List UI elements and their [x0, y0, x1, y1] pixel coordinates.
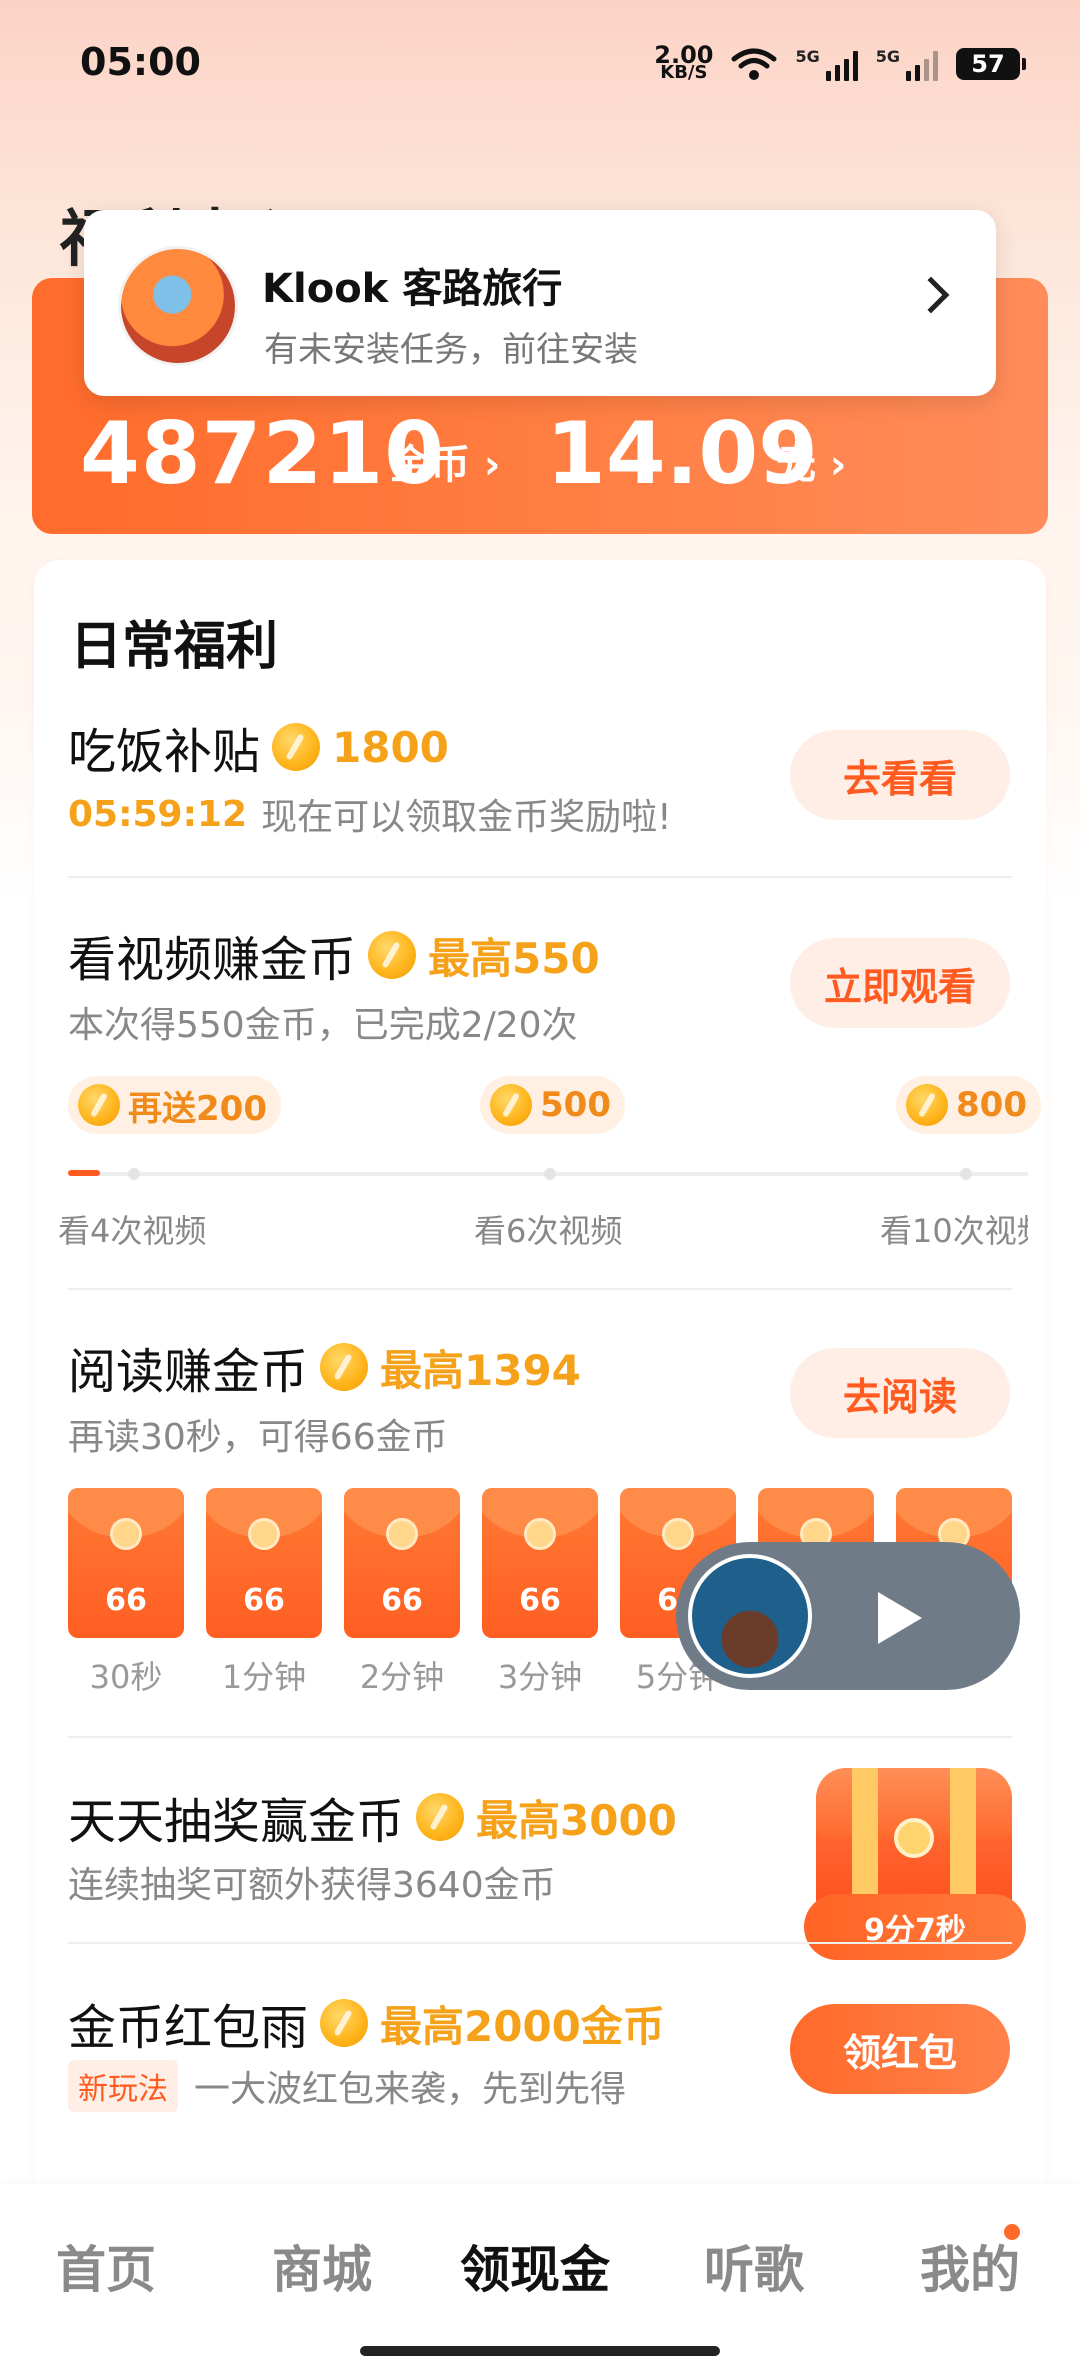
- meal-task-desc: 现在可以领取金币奖励啦!: [261, 797, 672, 838]
- divider: [68, 1736, 1012, 1738]
- redpacket-task-desc: 一大波红包来袭，先到先得: [194, 2069, 627, 2110]
- lottery-task-reward: 最高3000: [476, 1795, 677, 1845]
- lottery-task-title: 天天抽奖赢金币: [68, 1794, 405, 1850]
- notification-subtitle: 有未安装任务，前往安装: [264, 330, 638, 370]
- go-read-button[interactable]: 去阅读: [790, 1348, 1010, 1438]
- coin-icon: [368, 931, 417, 979]
- redpacket-task-reward: 最高2000金币: [380, 2001, 665, 2051]
- meal-go-button[interactable]: 去看看: [790, 730, 1010, 820]
- nav-earn-cash[interactable]: 领现金: [460, 2230, 610, 2302]
- reading-red-envelope[interactable]: 66: [344, 1488, 460, 1638]
- envelope-amount: 66: [243, 1583, 285, 1618]
- envelope-seal-icon: [662, 1518, 694, 1550]
- status-time: 05:00: [80, 40, 201, 84]
- video-task-header: 看视频赚金币 最高550: [68, 920, 600, 990]
- meal-task-header: 吃饭补贴 1800: [68, 712, 449, 782]
- read-task-header: 阅读赚金币 最高1394: [68, 1332, 581, 1402]
- new-mode-badge: 新玩法: [68, 2060, 178, 2112]
- envelope-label: 1分钟: [221, 1658, 307, 1696]
- reading-red-envelope[interactable]: 66: [206, 1488, 322, 1638]
- redpacket-task-header: 金币红包雨 最高2000金币: [68, 1988, 665, 2058]
- play-icon[interactable]: [878, 1592, 922, 1644]
- nav-home[interactable]: 首页: [56, 2230, 156, 2302]
- coin-icon: [906, 1084, 948, 1126]
- coin-icon: [416, 1793, 465, 1841]
- video-task-reward: 最高550: [428, 933, 600, 983]
- chest-countdown[interactable]: 9分7秒: [804, 1894, 1026, 1960]
- milestone-pill-2: 500: [480, 1076, 625, 1134]
- status-indicators: 2.00 KB/S 5G 5G 57: [654, 43, 1026, 83]
- meal-task-desc-row: 05:59:12 现在可以领取金币奖励啦!: [68, 788, 672, 840]
- section-title: 日常福利: [70, 617, 279, 677]
- envelope-seal-icon: [386, 1518, 418, 1550]
- milestone-dot: [128, 1168, 140, 1180]
- reading-red-envelope[interactable]: 66: [482, 1488, 598, 1638]
- nav-mall[interactable]: 商城: [272, 2230, 372, 2302]
- read-task-reward: 最高1394: [380, 1345, 581, 1395]
- app-avatar: [118, 246, 238, 366]
- notification-dot: [1004, 2224, 1020, 2240]
- coin-icon: [78, 1084, 120, 1126]
- chest-lock-icon: [894, 1818, 934, 1858]
- milestone-reward: 500: [540, 1085, 611, 1125]
- battery-icon: 57: [956, 48, 1026, 80]
- nav-music[interactable]: 听歌: [704, 2230, 804, 2302]
- milestone-label: 看6次视频: [474, 1212, 623, 1250]
- home-indicator[interactable]: [360, 2346, 720, 2356]
- coin-icon: [490, 1084, 532, 1126]
- network-speed: 2.00 KB/S: [654, 43, 713, 83]
- meal-countdown: 05:59:12: [68, 793, 248, 835]
- coin-icon: [272, 723, 321, 771]
- read-task-desc: 再读30秒，可得66金币: [68, 1417, 448, 1458]
- video-task-title: 看视频赚金币: [68, 932, 357, 988]
- signal-2-label: 5G: [875, 47, 900, 66]
- network-speed-unit: KB/S: [660, 62, 708, 83]
- video-thumbnail[interactable]: [688, 1554, 812, 1678]
- cell-signal-2-icon: 5G: [876, 47, 938, 81]
- milestone-label: 看10次视频: [880, 1212, 1028, 1250]
- nav-profile[interactable]: 我的: [920, 2230, 1020, 2302]
- envelope-seal-icon: [248, 1518, 280, 1550]
- envelope-label: 3分钟: [497, 1658, 583, 1696]
- milestone-reward: 800: [956, 1085, 1027, 1125]
- milestone-label-clip: 看10次视频: [880, 1206, 1028, 1252]
- coin-icon: [320, 1999, 369, 2047]
- cell-signal-1-icon: 5G: [795, 47, 858, 81]
- reading-red-envelope[interactable]: 66: [68, 1488, 184, 1638]
- read-task-title: 阅读赚金币: [68, 1344, 309, 1400]
- redpacket-desc-row: 新玩法 一大波红包来袭，先到先得: [68, 2060, 626, 2112]
- video-progress-fill: [68, 1170, 100, 1176]
- milestone-pill-3: 800: [896, 1076, 1041, 1134]
- meal-task-title: 吃饭补贴: [68, 724, 261, 780]
- wifi-icon: [731, 48, 777, 80]
- lottery-task-header: 天天抽奖赢金币 最高3000: [68, 1782, 677, 1852]
- divider: [68, 1288, 1012, 1290]
- divider: [68, 1942, 1012, 1944]
- envelope-seal-icon: [110, 1518, 142, 1550]
- milestone-pill-1: 再送200: [68, 1076, 281, 1134]
- envelope-seal-icon: [524, 1518, 556, 1550]
- video-task-desc: 本次得550金币，已完成2/20次: [68, 1005, 578, 1046]
- milestone-dot: [960, 1168, 972, 1180]
- signal-1-label: 5G: [795, 47, 820, 66]
- envelope-amount: 66: [381, 1583, 423, 1618]
- coin-icon: [320, 1343, 369, 1391]
- cash-balance-link[interactable]: 元 ›: [776, 432, 846, 490]
- milestone-reward: 再送200: [128, 1088, 267, 1129]
- meal-task-reward: 1800: [332, 722, 449, 772]
- coin-balance-link[interactable]: 金币 ›: [390, 432, 500, 490]
- envelope-label: 30秒: [89, 1658, 163, 1696]
- notification-title: Klook 客路旅行: [262, 266, 563, 312]
- claim-redpacket-button[interactable]: 领红包: [790, 2004, 1010, 2094]
- lottery-task-desc: 连续抽奖可额外获得3640金币: [68, 1865, 556, 1906]
- milestone-label: 看4次视频: [58, 1212, 207, 1250]
- envelope-amount: 66: [105, 1583, 147, 1618]
- milestone-dot: [544, 1168, 556, 1180]
- divider: [68, 876, 1012, 878]
- watch-now-button[interactable]: 立即观看: [790, 938, 1010, 1028]
- envelope-amount: 66: [519, 1583, 561, 1618]
- envelope-label: 2分钟: [359, 1658, 445, 1696]
- redpacket-task-title: 金币红包雨: [68, 2000, 309, 2056]
